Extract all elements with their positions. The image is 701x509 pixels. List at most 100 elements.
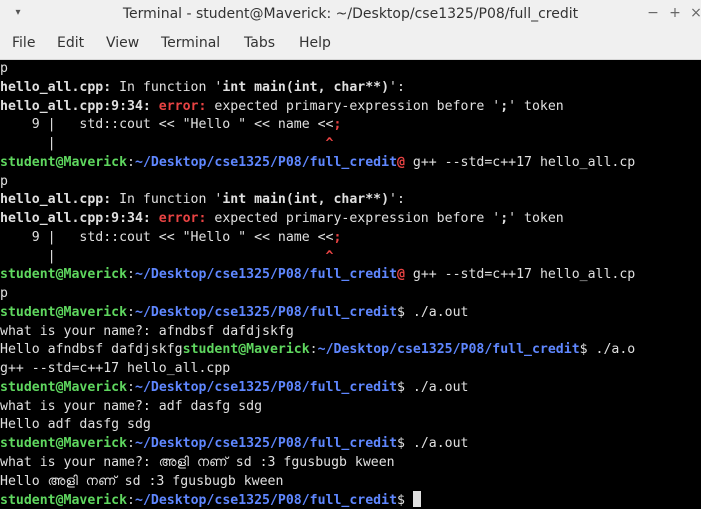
terminal-text: expected primary-expression before ' — [206, 211, 501, 226]
terminal-text: p — [0, 173, 8, 189]
terminal-text: ~/Desktop/cse1325/P08/full_credit — [135, 379, 398, 395]
terminal-text: p — [0, 61, 8, 76]
terminal-text: hello_all.cpp: — [0, 79, 112, 95]
terminal-line: hello_all.cpp: In function 'int main(int… — [0, 191, 635, 210]
terminal-text: int main(int, char**) — [222, 79, 390, 95]
terminal-text: ~/Desktop/cse1325/P08/full_credit — [317, 342, 580, 358]
terminal-text: $ ./a.out — [397, 304, 469, 320]
terminal-line: 9 | std::cout << "Hello " << name <<; — [0, 116, 635, 135]
terminal-text: ^ — [325, 136, 334, 151]
terminal-line: p — [0, 173, 635, 192]
terminal-cursor — [412, 491, 421, 508]
terminal-text: @ — [397, 154, 405, 170]
terminal-text: ': — [389, 192, 405, 208]
terminal-line: student@Maverick:~/Desktop/cse1325/P08/f… — [0, 379, 635, 398]
terminal-text: ^ — [325, 248, 334, 264]
terminal-text: ~/Desktop/cse1325/P08/full_credit — [135, 154, 398, 170]
terminal-line: 9 | std::cout << "Hello " << name <<; — [0, 229, 635, 248]
terminal-text: ; — [333, 117, 342, 133]
menu-terminal[interactable]: Terminal — [161, 28, 220, 59]
terminal-text: Hello adf dasfg sdg — [0, 417, 151, 433]
terminal-text: ~/Desktop/cse1325/P08/full_credit — [135, 436, 398, 451]
terminal-text: int main(int, char**) — [222, 192, 390, 208]
terminal-text: g++ --std=c++17 hello_all.cp — [404, 154, 636, 170]
menu-view[interactable]: View — [106, 28, 139, 59]
menu-tabs[interactable]: Tabs — [244, 28, 275, 59]
terminal-text: : — [127, 493, 135, 509]
terminal-line: student@Maverick:~/Desktop/cse1325/P08/f… — [0, 435, 635, 454]
terminal-text: In function ' — [111, 79, 223, 95]
terminal-window: ▾ Terminal - student@Maverick: ~/Desktop… — [0, 0, 701, 509]
terminal-text: $ ./a.out — [397, 436, 469, 451]
terminal-text: ' token — [508, 98, 564, 114]
close-button[interactable]: × — [688, 5, 701, 21]
terminal-line: what is your name?: adf dasfg sdg — [0, 398, 635, 417]
terminal-text: $ ./a.o — [579, 342, 636, 358]
menu-help[interactable]: Help — [299, 28, 331, 59]
terminal-text: ~/Desktop/cse1325/P08/full_credit — [135, 267, 398, 283]
terminal-line: | ^ — [0, 248, 635, 267]
terminal-text: student@Maverick — [182, 342, 310, 358]
terminal-line: what is your name?: afndbsf dafdjskfg — [0, 323, 635, 342]
terminal-text: | — [0, 248, 326, 264]
terminal-text: ; — [500, 211, 509, 226]
terminal-text: student@Maverick — [0, 379, 128, 395]
terminal-text: ~/Desktop/cse1325/P08/full_credit — [135, 493, 398, 509]
terminal-text: In function ' — [111, 192, 223, 208]
terminal-text: p — [0, 286, 8, 301]
terminal-line: hello_all.cpp:9:34: error: expected prim… — [0, 98, 635, 117]
terminal-text: g++ --std=c++17 hello_all.cp — [404, 267, 636, 283]
menu-edit[interactable]: Edit — [57, 28, 84, 59]
terminal-line: Hello adf dasfg sdg — [0, 416, 635, 435]
terminal-text: expected primary-expression before ' — [206, 98, 501, 114]
terminal-text: | — [0, 136, 326, 151]
terminal-text: : — [127, 267, 135, 283]
terminal-text: ' token — [508, 211, 564, 226]
terminal-text: student@Maverick — [0, 267, 128, 283]
terminal-text: student@Maverick — [0, 304, 128, 320]
terminal-text: $ ./a.out — [397, 379, 469, 395]
terminal-text: what is your name?: adf dasfg sdg — [0, 398, 263, 414]
terminal-line: student@Maverick:~/Desktop/cse1325/P08/f… — [0, 304, 635, 323]
terminal-text: $ — [397, 493, 413, 509]
terminal-line: student@Maverick:~/Desktop/cse1325/P08/f… — [0, 266, 635, 285]
terminal-text: hello_all.cpp:9:34: — [0, 98, 159, 114]
terminal-text: ': — [389, 79, 405, 95]
terminal-text: : — [309, 342, 318, 358]
maximize-button[interactable]: + — [667, 5, 683, 21]
terminal-text: error: — [158, 211, 207, 226]
window-title: Terminal - student@Maverick: ~/Desktop/c… — [122, 6, 579, 22]
terminal-line: what is your name?: അളി നണ് sd :3 fgusbu… — [0, 454, 635, 473]
terminal-text: what is your name?: അളി നണ് sd :3 fgusbu… — [0, 454, 395, 470]
terminal-line: student@Maverick:~/Desktop/cse1325/P08/f… — [0, 154, 635, 173]
menu-file[interactable]: File — [12, 28, 35, 59]
terminal-output[interactable]: p hello_all.cpp: In function 'int main(in… — [0, 60, 701, 509]
terminal-line: student@Maverick:~/Desktop/cse1325/P08/f… — [0, 491, 635, 509]
terminal-line: hello_all.cpp:9:34: error: expected prim… — [0, 210, 635, 229]
terminal-text: Hello അളി നണ് sd :3 fgusbugb kween — [0, 473, 284, 489]
terminal-text: g++ --std=c++17 hello_all.cpp — [0, 361, 231, 376]
terminal-line: hello_all.cpp: In function 'int main(int… — [0, 79, 635, 98]
minimize-button[interactable]: − — [645, 5, 661, 21]
terminal-text: Hello afndbsf dafdjskfg — [0, 342, 183, 358]
terminal-line: g++ --std=c++17 hello_all.cpp — [0, 360, 635, 379]
terminal-text: @ — [397, 267, 405, 283]
terminal-text: hello_all.cpp:9:34: — [0, 211, 159, 226]
terminal-text: error: — [158, 98, 207, 114]
terminal-line: | ^ — [0, 135, 635, 154]
terminal-line: p — [0, 285, 635, 304]
terminal-text: what is your name?: afndbsf dafdjskfg — [0, 323, 294, 339]
menu-bar: File Edit View Terminal Tabs Help — [0, 28, 701, 60]
terminal-text: ~/Desktop/cse1325/P08/full_credit — [135, 304, 398, 320]
terminal-line: Hello afndbsf dafdjskfgstudent@Maverick:… — [0, 341, 635, 360]
terminal-text: : — [127, 304, 135, 320]
title-bar[interactable]: ▾ Terminal - student@Maverick: ~/Desktop… — [0, 0, 701, 28]
terminal-text: : — [127, 436, 135, 451]
terminal-text: : — [127, 379, 135, 395]
terminal-text: ; — [333, 229, 342, 245]
terminal-text: student@Maverick — [0, 154, 128, 170]
terminal-text: student@Maverick — [0, 436, 128, 451]
terminal-lines: p hello_all.cpp: In function 'int main(in… — [0, 60, 635, 509]
terminal-text: ; — [500, 98, 509, 114]
terminal-line: p — [0, 60, 635, 79]
